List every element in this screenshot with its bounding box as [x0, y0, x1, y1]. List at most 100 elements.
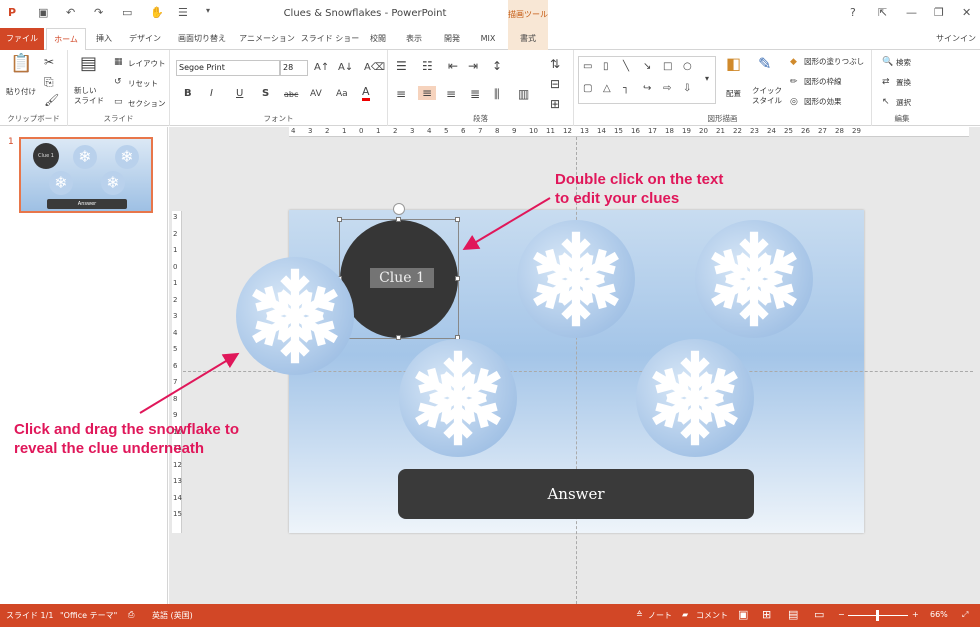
decrease-indent-icon[interactable]: ⇤ [448, 60, 458, 72]
snowflake-3[interactable] [695, 220, 813, 338]
shapes-gallery[interactable]: ▭ ▯ ╲ ↘ □ ○ ▢ △ ┐ ↪ ⇨ ⇩ ▾ [578, 56, 716, 104]
zoom-in-icon[interactable]: + [912, 610, 919, 619]
underline-button[interactable]: U [236, 88, 243, 100]
replace-button[interactable]: 置換 [896, 77, 911, 88]
ribbon-options-icon[interactable]: ⇱ [878, 6, 887, 19]
grow-font-icon[interactable]: A↑ [314, 62, 329, 74]
copy-icon[interactable]: ⎘ [44, 76, 54, 88]
tab-insert[interactable]: 挿入 [88, 28, 120, 50]
snowflake-5[interactable] [636, 339, 754, 457]
zoom-slider-thumb[interactable] [876, 610, 879, 621]
bold-button[interactable]: B [184, 88, 192, 100]
numbering-icon[interactable]: ☷ [422, 60, 433, 72]
new-slide-label[interactable]: 新しい スライド [74, 86, 104, 106]
notes-icon[interactable]: ≙ [636, 610, 643, 619]
resize-handle[interactable] [455, 276, 460, 281]
answer-box[interactable]: Answer [398, 469, 754, 519]
tab-format[interactable]: 書式 [508, 28, 548, 50]
shape-outline-button[interactable]: 図形の枠線 [804, 76, 842, 87]
triangle-shape-icon[interactable]: △ [603, 83, 611, 95]
shrink-font-icon[interactable]: A↓ [338, 62, 353, 74]
textbox-shape-icon[interactable]: ▭ [583, 61, 592, 73]
tab-home[interactable]: ホーム [46, 28, 86, 50]
vertical-textbox-shape-icon[interactable]: ▯ [603, 61, 609, 73]
layout-icon[interactable]: ▦ [114, 56, 123, 68]
arrow-line-shape-icon[interactable]: ↘ [643, 61, 651, 73]
spellcheck-icon[interactable]: ⎙ [128, 610, 134, 620]
quick-styles-button[interactable]: クイック スタイル [752, 86, 782, 106]
comments-icon[interactable]: ▰ [682, 610, 688, 619]
select-icon[interactable]: ↖ [882, 96, 890, 108]
layout-button[interactable]: レイアウト [128, 58, 166, 69]
paste-label[interactable]: 貼り付け [6, 86, 36, 97]
arrange-button[interactable]: 配置 [726, 88, 741, 99]
font-color-button[interactable]: A [362, 86, 370, 101]
shadow-button[interactable]: S [262, 88, 269, 100]
rounded-rect-shape-icon[interactable]: ▢ [583, 83, 592, 95]
tab-review[interactable]: 校閲 [362, 28, 394, 50]
change-case-button[interactable]: Aa [336, 88, 348, 100]
tab-view[interactable]: 表示 [396, 28, 432, 50]
format-painter-icon[interactable]: 🖌 [44, 94, 59, 106]
elbow-connector-shape-icon[interactable]: ┐ [623, 83, 629, 95]
tab-file[interactable]: ファイル [0, 28, 44, 50]
smartart-icon[interactable]: ⊞ [550, 98, 560, 110]
columns-icon[interactable]: ⫼ [494, 88, 500, 100]
select-button[interactable]: 選択 [896, 97, 911, 108]
normal-view-icon[interactable]: ▣ [738, 608, 748, 621]
align-center-icon[interactable]: ≡ [418, 86, 437, 100]
quick-styles-icon[interactable]: ✎ [758, 56, 771, 72]
tab-animations[interactable]: アニメーション [236, 28, 298, 50]
tab-slideshow[interactable]: スライド ショー [300, 28, 360, 50]
minimize-button[interactable]: — [906, 6, 917, 19]
zoom-level[interactable]: 66% [930, 610, 948, 619]
language[interactable]: 英語 (英国) [152, 610, 193, 621]
resize-handle[interactable] [396, 217, 401, 222]
new-slide-icon[interactable]: ▤ [80, 55, 97, 73]
curved-arrow-shape-icon[interactable]: ↪ [643, 83, 651, 95]
bullets-icon[interactable]: ☰ [396, 60, 407, 72]
replace-icon[interactable]: ⇄ [882, 76, 890, 88]
rotate-handle-icon[interactable] [393, 203, 405, 215]
line-shape-icon[interactable]: ╲ [623, 61, 629, 73]
slide-thumbnail[interactable]: Clue 1 ❄ ❄ ❄ ❄ Answer [19, 137, 153, 213]
resize-handle[interactable] [337, 217, 342, 222]
tab-design[interactable]: デザイン [122, 28, 168, 50]
shape-effects-icon[interactable]: ◎ [790, 96, 798, 108]
tab-developer[interactable]: 開発 [434, 28, 470, 50]
text-direction-icon[interactable]: ⇅ [550, 58, 560, 70]
shape-fill-button[interactable]: 図形の塗りつぶし [804, 56, 864, 67]
reset-icon[interactable]: ↺ [114, 76, 122, 88]
shape-effects-button[interactable]: 図形の効果 [804, 96, 842, 107]
line-spacing-icon[interactable]: ↕ [492, 60, 502, 72]
align-right-icon[interactable]: ≡ [446, 88, 456, 100]
shape-fill-icon[interactable]: ◆ [790, 56, 797, 68]
snowflake-2[interactable] [517, 220, 635, 338]
shape-outline-icon[interactable]: ✏ [790, 76, 798, 88]
comments-button[interactable]: コメント [696, 610, 728, 621]
resize-handle[interactable] [455, 217, 460, 222]
reset-button[interactable]: リセット [128, 78, 158, 89]
tab-mix[interactable]: MIX [472, 28, 504, 50]
slide-sorter-icon[interactable]: ⊞ [762, 608, 771, 621]
clear-format-icon[interactable]: A⌫ [364, 62, 385, 74]
arrange-icon[interactable]: ◧ [726, 56, 741, 72]
cut-icon[interactable]: ✂ [44, 56, 54, 68]
find-button[interactable]: 検索 [896, 57, 911, 68]
rectangle-shape-icon[interactable]: □ [663, 61, 672, 73]
help-button[interactable]: ? [850, 6, 856, 19]
slideshow-view-icon[interactable]: ▭ [814, 608, 824, 621]
italic-button[interactable]: I [210, 88, 213, 100]
char-spacing-button[interactable]: AV [310, 88, 322, 100]
section-button[interactable]: セクション [128, 98, 166, 109]
fit-slide-icon[interactable]: ⤢ [962, 610, 968, 620]
restore-button[interactable]: ❐ [934, 6, 944, 19]
down-arrow-shape-icon[interactable]: ⇩ [683, 83, 691, 95]
distribute-icon[interactable]: ▥ [518, 88, 529, 100]
find-icon[interactable]: 🔍 [882, 56, 893, 68]
justify-icon[interactable]: ≣ [470, 88, 480, 100]
zoom-out-icon[interactable]: − [838, 610, 845, 619]
oval-shape-icon[interactable]: ○ [683, 61, 692, 73]
sign-in-link[interactable]: サインイン [936, 28, 976, 50]
gallery-more-icon[interactable]: ▾ [705, 73, 709, 85]
